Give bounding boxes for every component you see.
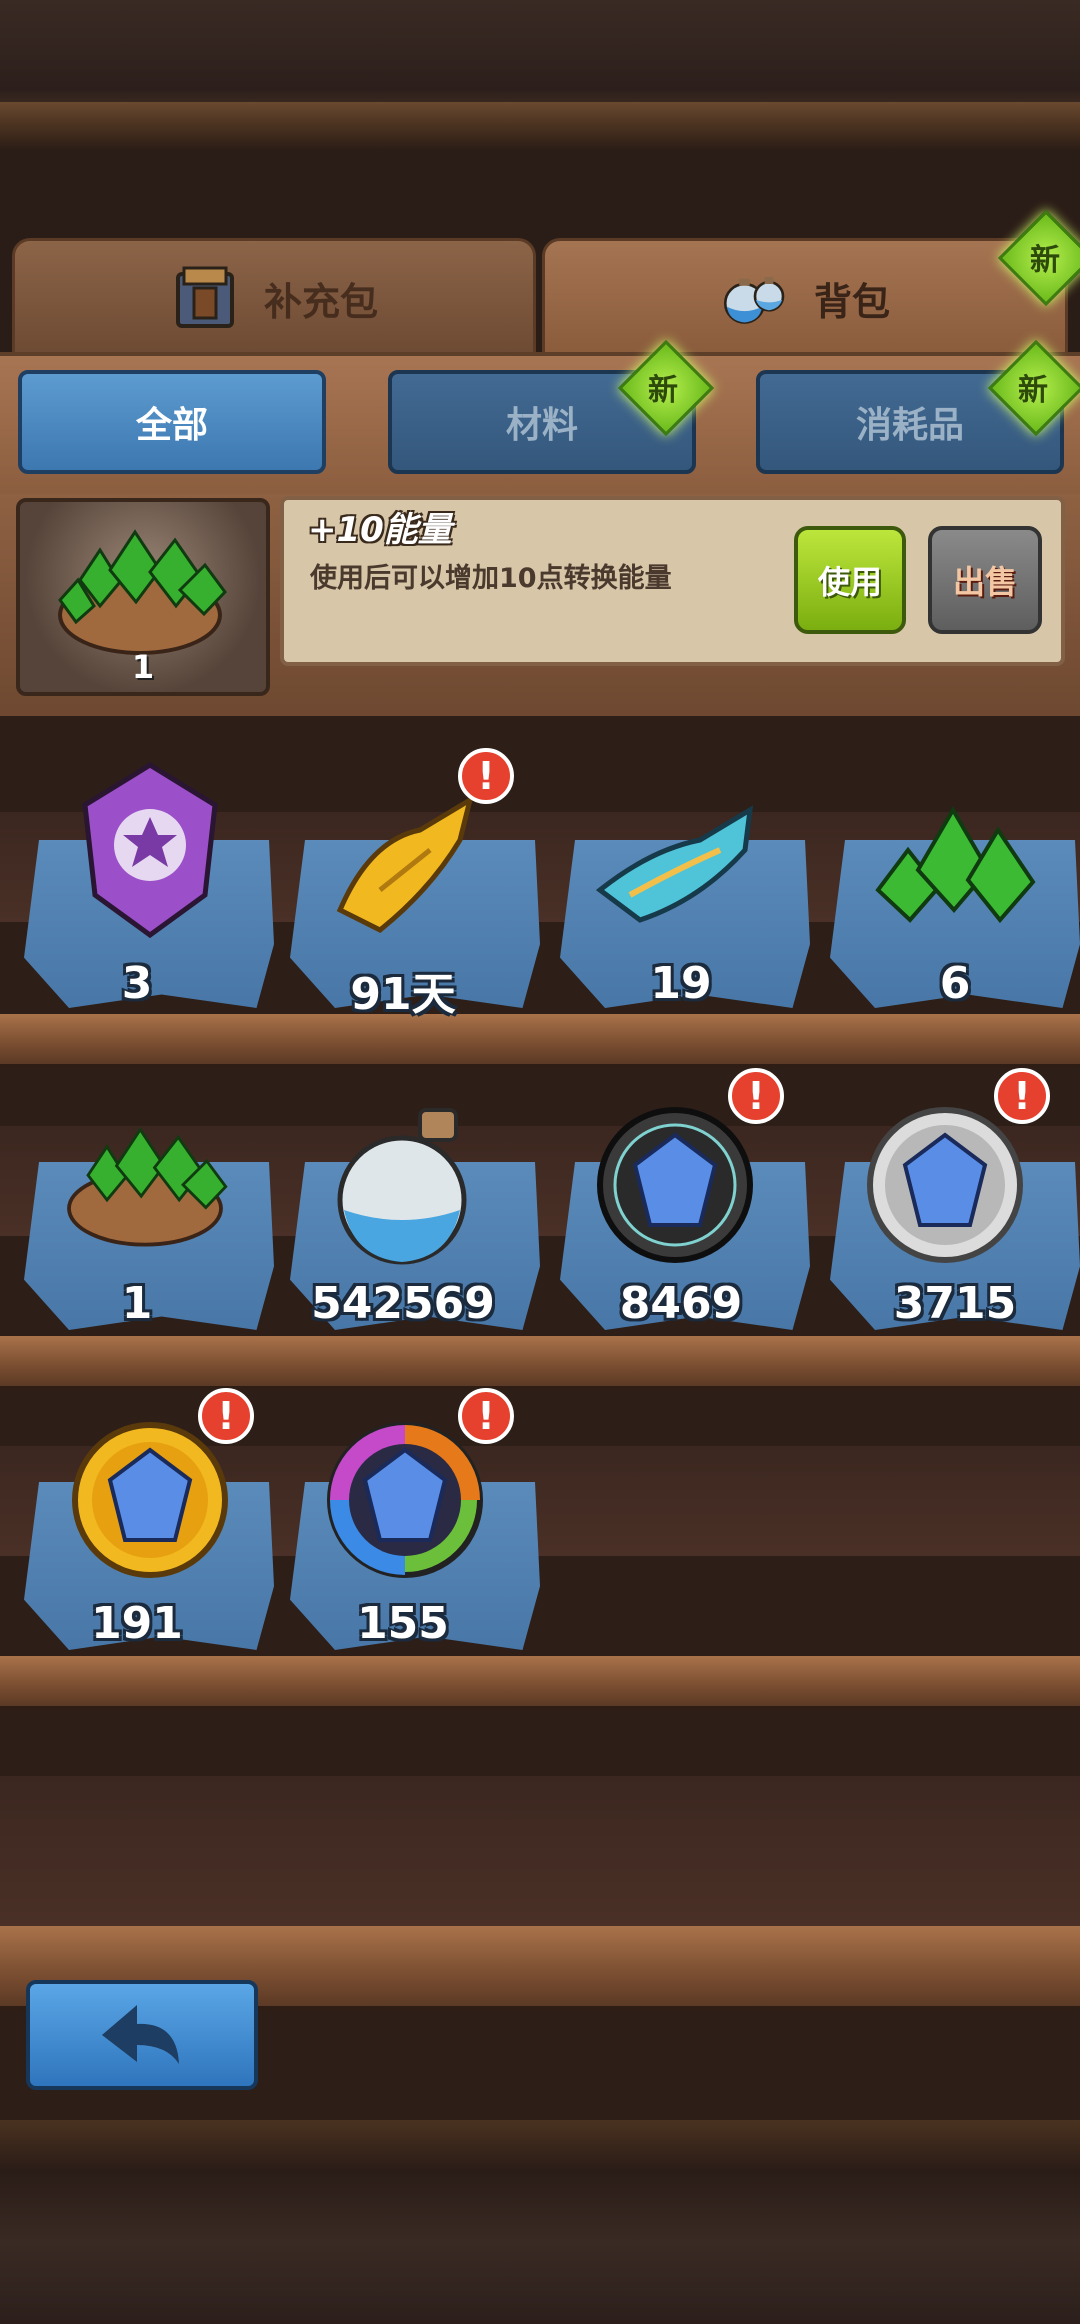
back-button[interactable]: [26, 1980, 258, 2090]
detail-item-description: 使用后可以增加10点转换能量: [310, 563, 672, 594]
detail-item-count: 1: [131, 648, 155, 686]
use-button[interactable]: 使用: [794, 526, 906, 634]
bottom-frame: [0, 2120, 1080, 2324]
top-frame: [0, 0, 1080, 150]
card-box-icon: [175, 266, 234, 328]
tab-refill-pack-label: 补充包: [263, 279, 378, 324]
tab-backpack[interactable]: 背包: [542, 238, 1068, 358]
tab-backpack-label: 背包: [813, 279, 890, 324]
item-count: 3715: [893, 1278, 1017, 1329]
purple-star-gem-icon: [82, 762, 218, 939]
item-count: 1: [121, 1278, 153, 1329]
crystal-sack-icon: [67, 1127, 228, 1247]
green-crystals-icon: [875, 806, 1036, 924]
alert-badge: !: [728, 1068, 784, 1124]
blue-sand-bottle-icon: [337, 1108, 467, 1265]
subtab-all[interactable]: 全部: [18, 370, 326, 474]
new-badge-text: 新: [1030, 243, 1060, 278]
sell-button[interactable]: 出售: [928, 526, 1042, 634]
item-count: 6: [939, 958, 971, 1009]
alert-badge: !: [458, 748, 514, 804]
item-count: 542569: [311, 1278, 495, 1329]
detail-item-slot: 1: [16, 498, 270, 696]
item-count: 19: [650, 958, 712, 1009]
item-count: 191: [91, 1598, 183, 1649]
item-count: 155: [357, 1598, 449, 1649]
tab-refill-pack[interactable]: 补充包: [12, 238, 536, 358]
crystal-sack-icon: [58, 529, 227, 655]
new-badge-text: 新: [1018, 373, 1048, 408]
item-count: 3: [121, 958, 153, 1009]
potion-bottles-icon: [723, 277, 785, 324]
alert-badge: !: [994, 1068, 1050, 1124]
detail-item-title: +10能量: [308, 510, 452, 550]
item-count: 91天: [350, 969, 456, 1020]
new-badge-text: 新: [648, 373, 678, 408]
back-arrow-icon: [102, 2005, 179, 2064]
item-count: 8469: [619, 1278, 743, 1329]
alert-badge: !: [198, 1388, 254, 1444]
alert-badge: !: [458, 1388, 514, 1444]
blue-scroll-icon: [595, 805, 754, 923]
